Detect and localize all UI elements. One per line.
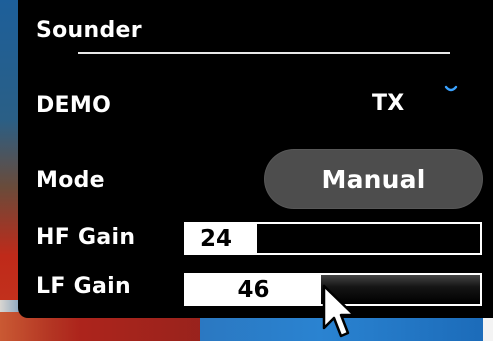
demo-label: DEMO xyxy=(36,93,112,118)
sounder-screen: Sounder DEMO TX Mode Manual HF Gain 24 L… xyxy=(0,0,493,341)
lf-gain-value: 46 xyxy=(237,276,270,303)
hf-gain-label: HF Gain xyxy=(36,225,136,250)
sounder-panel: Sounder DEMO TX Mode Manual HF Gain 24 L… xyxy=(18,0,493,318)
hf-gain-value: 24 xyxy=(200,225,233,252)
panel-title: Sounder xyxy=(36,18,142,43)
lf-gain-label: LF Gain xyxy=(36,274,131,299)
sonar-left-strip xyxy=(0,0,18,341)
mouse-pointer-icon xyxy=(322,284,356,338)
tx-label[interactable]: TX xyxy=(372,91,405,116)
chevron-down-icon[interactable] xyxy=(444,83,458,95)
mode-label: Mode xyxy=(36,168,105,193)
title-underline xyxy=(78,52,450,54)
hf-gain-slider[interactable]: 24 xyxy=(184,222,482,255)
mode-button[interactable]: Manual xyxy=(264,149,483,209)
